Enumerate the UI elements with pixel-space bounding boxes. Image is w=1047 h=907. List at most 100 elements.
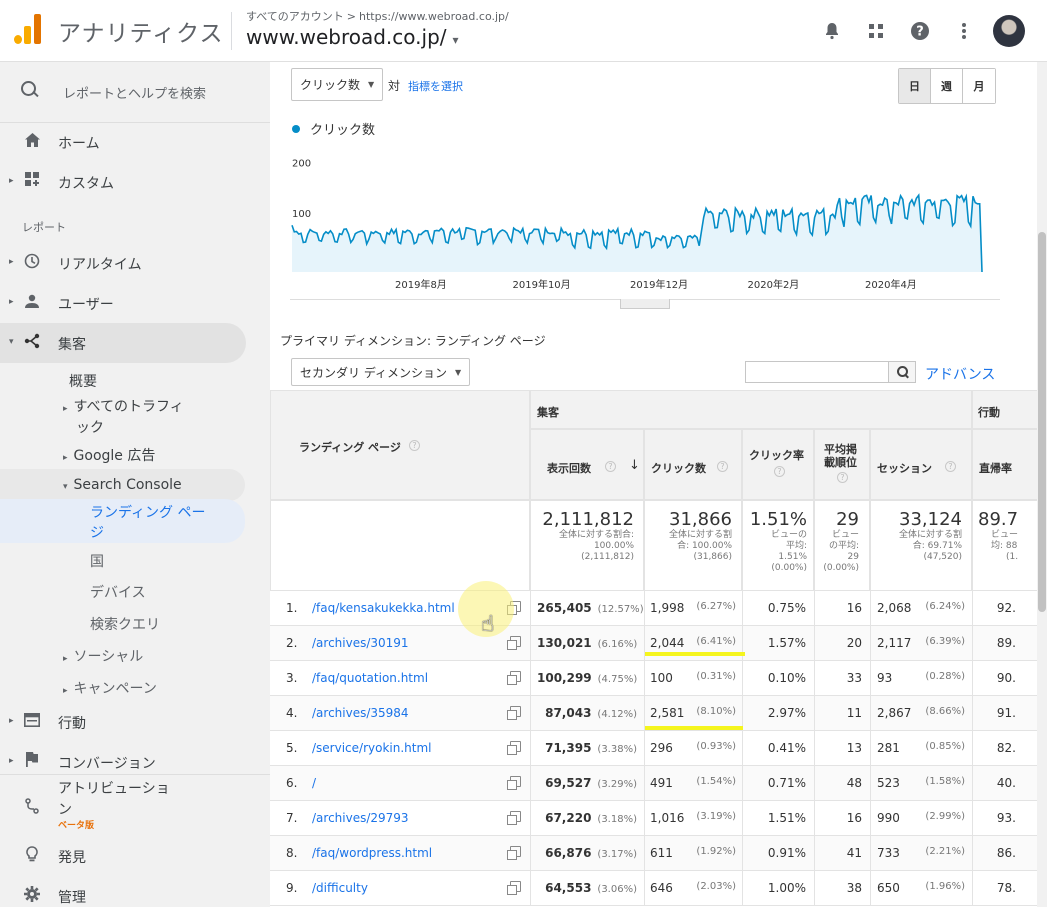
- property-selector[interactable]: www.webroad.co.jp/ ▾: [246, 25, 459, 49]
- collapse-arrow-icon[interactable]: ▾: [9, 337, 14, 347]
- advanced-link[interactable]: アドバンス: [925, 364, 995, 384]
- sidebar-search-label[interactable]: レポートとヘルプを検索: [63, 83, 206, 102]
- landing-page-header[interactable]: ランディング ページ ?: [270, 390, 530, 500]
- sidebar-item-country[interactable]: 国: [90, 551, 104, 571]
- month-button[interactable]: 月: [963, 69, 995, 103]
- sort-descending-icon[interactable]: ↓: [629, 458, 640, 473]
- clicks-line-chart[interactable]: 200 100 2019年8月 2019年10月 2019年12月 2020年2月 2020…: [290, 140, 1000, 310]
- open-link-icon[interactable]: [507, 846, 521, 860]
- sidebar-item-attribution[interactable]: アトリビューショ ン ベータ版: [0, 774, 270, 834]
- avatar[interactable]: [993, 15, 1025, 47]
- sidebar-item-campaigns[interactable]: ▸ キャンペーン: [63, 678, 157, 698]
- impressions-column-header[interactable]: 表示回数 ? ↓: [530, 429, 644, 500]
- landing-page-link[interactable]: /faq/wordpress.html: [312, 846, 432, 860]
- metric-dropdown[interactable]: クリック数 ▼: [291, 68, 384, 101]
- sidebar-item-custom[interactable]: ▸ カスタム: [0, 162, 270, 202]
- help-icon[interactable]: ?: [409, 440, 420, 451]
- sidebar-item-audience[interactable]: ▸ ユーザー: [0, 283, 270, 323]
- table-row[interactable]: 8. /faq/wordpress.html 66,876 (3.17%) 611 (1.…: [270, 836, 1040, 871]
- secondary-dimension-dropdown[interactable]: セカンダリ ディメンション ▼: [291, 358, 471, 386]
- open-link-icon[interactable]: [507, 636, 521, 650]
- ctr-column-header[interactable]: クリック率 ?: [742, 429, 814, 500]
- sidebar-search[interactable]: レポートとヘルプを検索: [0, 62, 270, 122]
- analytics-logo-icon[interactable]: [14, 14, 42, 44]
- sidebar-item-landing-pages[interactable]: ランディング ペー: [90, 502, 205, 522]
- help-icon[interactable]: ?: [774, 466, 785, 477]
- expand-arrow-icon[interactable]: ▸: [63, 654, 68, 664]
- sidebar-item-admin[interactable]: 管理: [0, 876, 270, 907]
- open-link-icon[interactable]: [507, 671, 521, 685]
- select-metric-link[interactable]: 指標を選択: [408, 78, 463, 94]
- help-icon[interactable]: ?: [605, 461, 616, 472]
- expand-arrow-icon[interactable]: ▸: [9, 176, 14, 186]
- sidebar-item-search-console[interactable]: ▾ Search Console: [63, 477, 182, 493]
- open-link-icon[interactable]: [507, 811, 521, 825]
- expand-arrow-icon[interactable]: ▸: [9, 257, 14, 267]
- sidebar-item-home[interactable]: ホーム: [0, 122, 270, 162]
- landing-page-link[interactable]: /difficulty: [312, 881, 368, 895]
- expand-arrow-icon[interactable]: ▸: [63, 686, 68, 696]
- table-row[interactable]: 7. /archives/29793 67,220 (3.18%) 1,016 (3.19…: [270, 801, 1040, 836]
- landing-page-link[interactable]: /: [312, 776, 316, 790]
- help-icon[interactable]: ?: [837, 472, 848, 483]
- table-row[interactable]: 1. /faq/kensakukekka.html 265,405 (12.57%) 1…: [270, 591, 1040, 626]
- sidebar-item-realtime[interactable]: ▸ リアルタイム: [0, 243, 270, 283]
- expand-arrow-icon[interactable]: ▸: [63, 453, 68, 463]
- table-row[interactable]: 5. /service/ryokin.html 71,395 (3.38%) 296 (0…: [270, 731, 1040, 766]
- sidebar-item-all-traffic[interactable]: ▸ すべてのトラフィ: [63, 396, 184, 416]
- landing-page-link[interactable]: /archives/30191: [312, 636, 409, 650]
- more-vert-icon[interactable]: [947, 14, 981, 48]
- collapse-arrow-icon[interactable]: ▾: [63, 482, 68, 492]
- expand-arrow-icon[interactable]: ▸: [9, 716, 14, 726]
- landing-page-link[interactable]: /faq/kensakukekka.html: [312, 601, 455, 615]
- table-row[interactable]: 3. /faq/quotation.html 100,299 (4.75%) 100 (0…: [270, 661, 1040, 696]
- scrollbar-thumb[interactable]: [1038, 232, 1046, 612]
- sidebar-item-discover[interactable]: 発見: [0, 836, 270, 876]
- scrollbar[interactable]: [1037, 62, 1047, 907]
- search-icon[interactable]: [21, 81, 41, 101]
- property-name[interactable]: www.webroad.co.jp/: [246, 25, 447, 49]
- chevron-down-icon[interactable]: ▾: [453, 33, 459, 47]
- bounce-column-header[interactable]: 直帰率: [972, 429, 1040, 500]
- breadcrumb-all-accounts[interactable]: すべてのアカウント: [246, 10, 344, 23]
- open-link-icon[interactable]: [507, 776, 521, 790]
- sessions-column-header[interactable]: セッション ?: [870, 429, 972, 500]
- sidebar-item-social[interactable]: ▸ ソーシャル: [63, 646, 143, 666]
- help-icon[interactable]: ?: [945, 461, 956, 472]
- help-icon[interactable]: ?: [903, 14, 937, 48]
- landing-page-link[interactable]: /archives/29793: [312, 811, 409, 825]
- sidebar-item-devices[interactable]: デバイス: [90, 582, 146, 602]
- help-icon[interactable]: ?: [717, 461, 728, 472]
- open-link-icon[interactable]: [507, 741, 521, 755]
- chart-collapse-handle[interactable]: [620, 299, 670, 309]
- sidebar-item-queries[interactable]: 検索クエリ: [90, 614, 160, 634]
- sidebar-item-label: ソーシャル: [73, 649, 144, 665]
- table-row[interactable]: 9. /difficulty 64,553 (3.06%) 646 (2.03%) 1.00…: [270, 871, 1040, 906]
- week-button[interactable]: 週: [931, 69, 963, 103]
- clicks-column-header[interactable]: クリック数 ?: [644, 429, 742, 500]
- sessions-value: 650: [877, 881, 900, 895]
- day-button[interactable]: 日: [899, 69, 931, 103]
- search-icon[interactable]: [888, 361, 916, 383]
- row-number: 9.: [286, 881, 298, 895]
- expand-arrow-icon[interactable]: ▸: [9, 297, 14, 307]
- open-link-icon[interactable]: [507, 881, 521, 895]
- sidebar-item-google-ads[interactable]: ▸ Google 広告: [63, 445, 155, 465]
- breadcrumb[interactable]: すべてのアカウント > https://www.webroad.co.jp/: [246, 8, 509, 24]
- open-link-icon[interactable]: [507, 706, 521, 720]
- apps-icon[interactable]: [859, 14, 893, 48]
- chart-legend[interactable]: クリック数: [292, 119, 375, 138]
- breadcrumb-url[interactable]: https://www.webroad.co.jp/: [359, 10, 509, 23]
- avg-position-column-header[interactable]: 平均掲 載順位 ?: [814, 429, 870, 500]
- landing-page-link[interactable]: /service/ryokin.html: [312, 741, 431, 755]
- expand-arrow-icon[interactable]: ▸: [9, 756, 14, 766]
- landing-page-link[interactable]: /archives/35984: [312, 706, 409, 720]
- sidebar-item-overview[interactable]: 概要: [69, 371, 97, 391]
- expand-arrow-icon[interactable]: ▸: [63, 404, 68, 414]
- table-row[interactable]: 6. / 69,527 (3.29%) 491 (1.54%) 0.71% 48 523 (1.5…: [270, 766, 1040, 801]
- column-divider: [972, 766, 973, 801]
- sidebar-item-acquisition[interactable]: ▾ 集客: [0, 323, 246, 363]
- bell-icon[interactable]: [815, 14, 849, 48]
- sidebar-item-behavior[interactable]: ▸ 行動: [0, 702, 270, 742]
- landing-page-link[interactable]: /faq/quotation.html: [312, 671, 428, 685]
